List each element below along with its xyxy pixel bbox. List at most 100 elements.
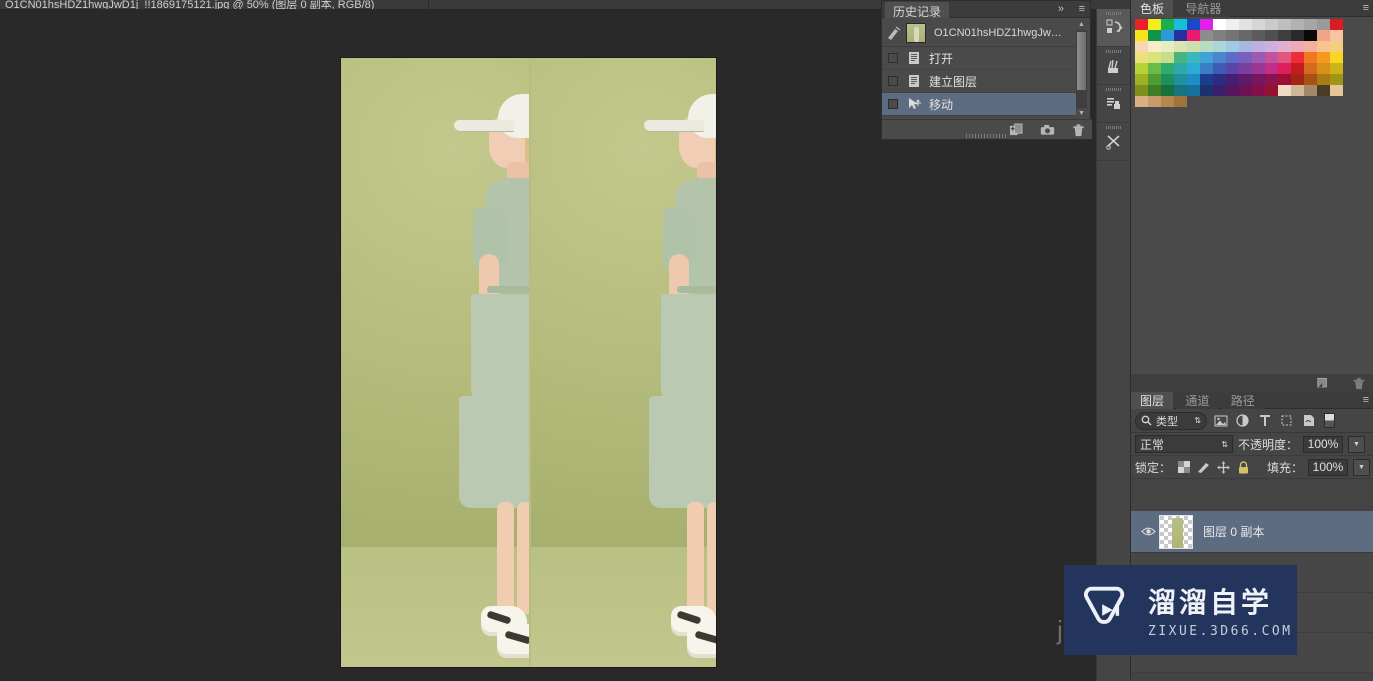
color-swatch[interactable] [1265,19,1278,30]
color-swatch[interactable] [1317,19,1330,30]
color-swatch[interactable] [1148,19,1161,30]
color-swatch[interactable] [1174,30,1187,41]
color-swatch[interactable] [1213,19,1226,30]
filter-shape-layers[interactable] [1278,412,1295,429]
color-swatch[interactable] [1278,19,1291,30]
history-state-move[interactable]: 移动 [882,93,1078,116]
color-swatch[interactable] [1252,41,1265,52]
color-swatch[interactable] [1161,41,1174,52]
color-swatch[interactable] [1187,52,1200,63]
color-swatch[interactable] [1161,96,1174,107]
layer-visibility-toggle[interactable] [1137,526,1159,537]
color-swatch[interactable] [1148,52,1161,63]
color-swatch[interactable] [1278,41,1291,52]
trash-icon[interactable] [1071,123,1086,137]
color-swatch[interactable] [1226,30,1239,41]
color-swatch[interactable] [1330,30,1343,41]
color-swatch[interactable] [1239,74,1252,85]
panel-resize-grip[interactable] [966,134,1006,138]
color-swatch[interactable] [1252,74,1265,85]
color-swatch[interactable] [1148,30,1161,41]
color-swatch[interactable] [1213,41,1226,52]
color-swatch[interactable] [1187,74,1200,85]
tab-paths[interactable]: 路径 [1221,392,1264,409]
opacity-input[interactable]: 100% [1303,435,1344,453]
color-swatch[interactable] [1252,85,1265,96]
color-swatch[interactable] [1187,19,1200,30]
filter-kind-select[interactable]: 类型 ⇅ [1135,411,1207,430]
collapse-panel-icon[interactable]: » [1058,3,1064,15]
color-swatch[interactable] [1278,74,1291,85]
color-swatch[interactable] [1278,52,1291,63]
tab-navigator[interactable]: 导航器 [1176,0,1231,17]
color-swatch[interactable] [1265,74,1278,85]
color-swatch[interactable] [1265,63,1278,74]
color-swatch[interactable] [1135,52,1148,63]
history-state-list[interactable]: O1CN01hsHDZ1hwgJwD... 打开 建立图层 移动 [882,19,1078,119]
swatch-grid[interactable] [1135,19,1350,107]
history-brush-source-checkbox[interactable] [888,99,898,109]
color-swatch[interactable] [1330,85,1343,96]
color-swatch[interactable] [1148,63,1161,74]
color-swatch[interactable] [1200,74,1213,85]
color-swatch[interactable] [1252,19,1265,30]
color-swatch[interactable] [1226,63,1239,74]
panel-menu-icon[interactable]: ≡ [1363,2,1369,14]
color-swatch[interactable] [1161,52,1174,63]
color-swatch[interactable] [1265,41,1278,52]
color-swatch[interactable] [1148,85,1161,96]
history-panel[interactable]: 历史记录 » ≡ O1CN01hsHDZ1hwgJwD... 打开 建立图层 移… [881,0,1092,140]
history-snapshot-row[interactable]: O1CN01hsHDZ1hwgJwD... [882,19,1078,47]
filter-type-layers[interactable] [1256,412,1273,429]
color-swatch[interactable] [1252,63,1265,74]
document-canvas[interactable] [341,58,716,667]
color-swatch[interactable] [1239,63,1252,74]
history-state-create-layer[interactable]: 建立图层 [882,70,1078,93]
color-swatch[interactable] [1174,41,1187,52]
color-swatch[interactable] [1226,85,1239,96]
document-tab-title[interactable]: O1CN01hsHDZ1hwgJwD1j_!!1869175121.jpg @ … [5,0,374,9]
color-swatch[interactable] [1148,96,1161,107]
camera-icon[interactable] [1040,123,1055,137]
color-swatch[interactable] [1200,85,1213,96]
tab-history[interactable]: 历史记录 [885,2,950,19]
color-swatch[interactable] [1304,41,1317,52]
color-swatch[interactable] [1161,63,1174,74]
color-swatch[interactable] [1239,41,1252,52]
color-swatch[interactable] [1304,63,1317,74]
color-swatch[interactable] [1187,85,1200,96]
color-swatch[interactable] [1239,52,1252,63]
color-swatch[interactable] [1291,85,1304,96]
new-doc-icon[interactable] [1009,123,1024,137]
fill-spinner[interactable]: ▼ [1353,458,1370,476]
history-state-open[interactable]: 打开 [882,47,1078,70]
swatches-panel[interactable]: 色板 导航器 ≡ [1131,0,1373,392]
color-swatch[interactable] [1200,52,1213,63]
color-swatch[interactable] [1291,63,1304,74]
color-swatch[interactable] [1317,30,1330,41]
color-swatch[interactable] [1213,30,1226,41]
dock-tool-presets[interactable] [1097,123,1131,161]
layer-row[interactable]: 图层 0 副本 [1131,511,1373,553]
color-swatch[interactable] [1174,96,1187,107]
color-swatch[interactable] [1213,74,1226,85]
color-swatch[interactable] [1213,85,1226,96]
color-swatch[interactable] [1213,63,1226,74]
color-swatch[interactable] [1239,85,1252,96]
color-swatch[interactable] [1278,85,1291,96]
color-swatch[interactable] [1304,85,1317,96]
filter-adjustment-layers[interactable] [1234,412,1251,429]
color-swatch[interactable] [1174,74,1187,85]
color-swatch[interactable] [1278,63,1291,74]
scrollbar-thumb[interactable] [1077,32,1086,90]
dock-actions[interactable] [1097,9,1131,47]
color-swatch[interactable] [1330,52,1343,63]
tab-swatches[interactable]: 色板 [1131,0,1174,17]
panel-menu-icon[interactable]: ≡ [1363,394,1369,406]
color-swatch[interactable] [1291,52,1304,63]
color-swatch[interactable] [1226,41,1239,52]
filter-kind-stepper-icon[interactable]: ⇅ [1194,416,1201,425]
color-swatch[interactable] [1330,19,1343,30]
color-swatch[interactable] [1135,63,1148,74]
color-swatch[interactable] [1304,74,1317,85]
